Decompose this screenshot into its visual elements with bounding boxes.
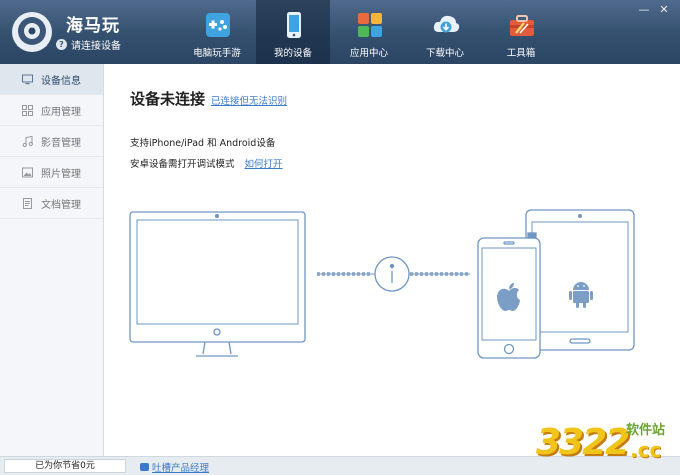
connection-illustration — [129, 209, 635, 359]
title-row: 设备未连接 已连接但无法识别 — [130, 88, 287, 109]
top-bar: 海马玩 ? 请连接设备 电脑玩手游 我的设备 应用中心 下载中心 工具箱 — ✕ — [0, 0, 680, 64]
debug-mode-row: 安卓设备需打开调试模式 如何打开 — [130, 156, 283, 170]
seahorse-logo-icon — [12, 12, 52, 52]
sidebar-item-device-info[interactable]: 设备信息 — [0, 64, 103, 95]
monitor-icon — [129, 211, 306, 357]
page-title: 设备未连接 — [130, 90, 206, 108]
sidebar-item-label: 照片管理 — [41, 168, 81, 180]
sidebar-item-label: 应用管理 — [41, 106, 81, 118]
sidebar-item-media-management[interactable]: 影音管理 — [0, 126, 103, 157]
grid-icon — [22, 104, 33, 116]
watermark-site-name: 软件站 — [626, 423, 666, 438]
feedback-link[interactable]: 吐槽产品经理 — [140, 460, 209, 474]
cloud-download-icon — [433, 15, 460, 33]
toolbox-icon — [510, 15, 534, 36]
tablet-icon — [525, 209, 635, 351]
brand-name: 海马玩 — [66, 16, 120, 36]
tab-pc-mobile-games[interactable]: 电脑玩手游 — [180, 0, 254, 64]
tab-label: 电脑玩手游 — [193, 48, 241, 59]
sidebar-item-label: 影音管理 — [41, 137, 81, 149]
sidebar-item-photo-management[interactable]: 照片管理 — [0, 157, 103, 188]
debug-mode-text: 安卓设备需打开调试模式 — [130, 159, 235, 170]
tab-label: 我的设备 — [273, 48, 312, 59]
tab-download-center[interactable]: 下载中心 — [408, 0, 482, 64]
watermark-digits: 3322 — [536, 422, 630, 463]
sidebar-item-document-management[interactable]: 文档管理 — [0, 188, 103, 219]
sidebar-item-label: 设备信息 — [41, 75, 81, 87]
minimize-button[interactable]: — — [634, 2, 654, 18]
support-text: 支持iPhone/iPad 和 Android设备 — [130, 138, 276, 149]
how-to-enable-link[interactable]: 如何打开 — [245, 156, 283, 170]
tab-label: 应用中心 — [349, 48, 388, 59]
image-icon — [22, 167, 33, 177]
tab-app-center[interactable]: 应用中心 — [332, 0, 406, 64]
window-controls: — ✕ — [634, 2, 674, 18]
chat-bubble-icon — [140, 463, 149, 471]
info-icon — [374, 256, 410, 292]
tab-toolbox[interactable]: 工具箱 — [484, 0, 558, 64]
music-note-icon — [22, 135, 33, 147]
connect-device-link[interactable]: ? 请连接设备 — [56, 37, 121, 52]
question-icon: ? — [56, 39, 67, 50]
close-button[interactable]: ✕ — [654, 2, 674, 18]
sidebar: 设备信息 应用管理 影音管理 照片管理 文档管理 — [0, 64, 104, 456]
feedback-link-label: 吐槽产品经理 — [152, 463, 210, 474]
main-panel: 设备未连接 已连接但无法识别 支持iPhone/iPad 和 Android设备… — [104, 64, 680, 456]
connected-but-unrecognized-link[interactable]: 已连接但无法识别 — [211, 93, 287, 107]
site-watermark: 3322 软件站 .cc — [528, 412, 680, 475]
sidebar-item-label: 文档管理 — [41, 199, 81, 211]
tab-label: 下载中心 — [425, 48, 464, 59]
main-nav: 电脑玩手游 我的设备 应用中心 下载中心 工具箱 — [180, 0, 560, 64]
watermark-domain: .cc — [630, 438, 662, 462]
connect-status-label: 请连接设备 — [71, 41, 121, 52]
tab-my-devices[interactable]: 我的设备 — [256, 0, 330, 64]
phone-icon — [287, 12, 301, 38]
tab-label: 工具箱 — [506, 48, 536, 59]
gamepad-icon — [206, 13, 230, 37]
app-grid-icon — [358, 13, 382, 37]
savings-indicator: 已为你节省0元 — [4, 459, 126, 473]
sidebar-item-app-management[interactable]: 应用管理 — [0, 95, 103, 126]
monitor-icon — [22, 74, 33, 84]
document-icon — [23, 197, 32, 209]
